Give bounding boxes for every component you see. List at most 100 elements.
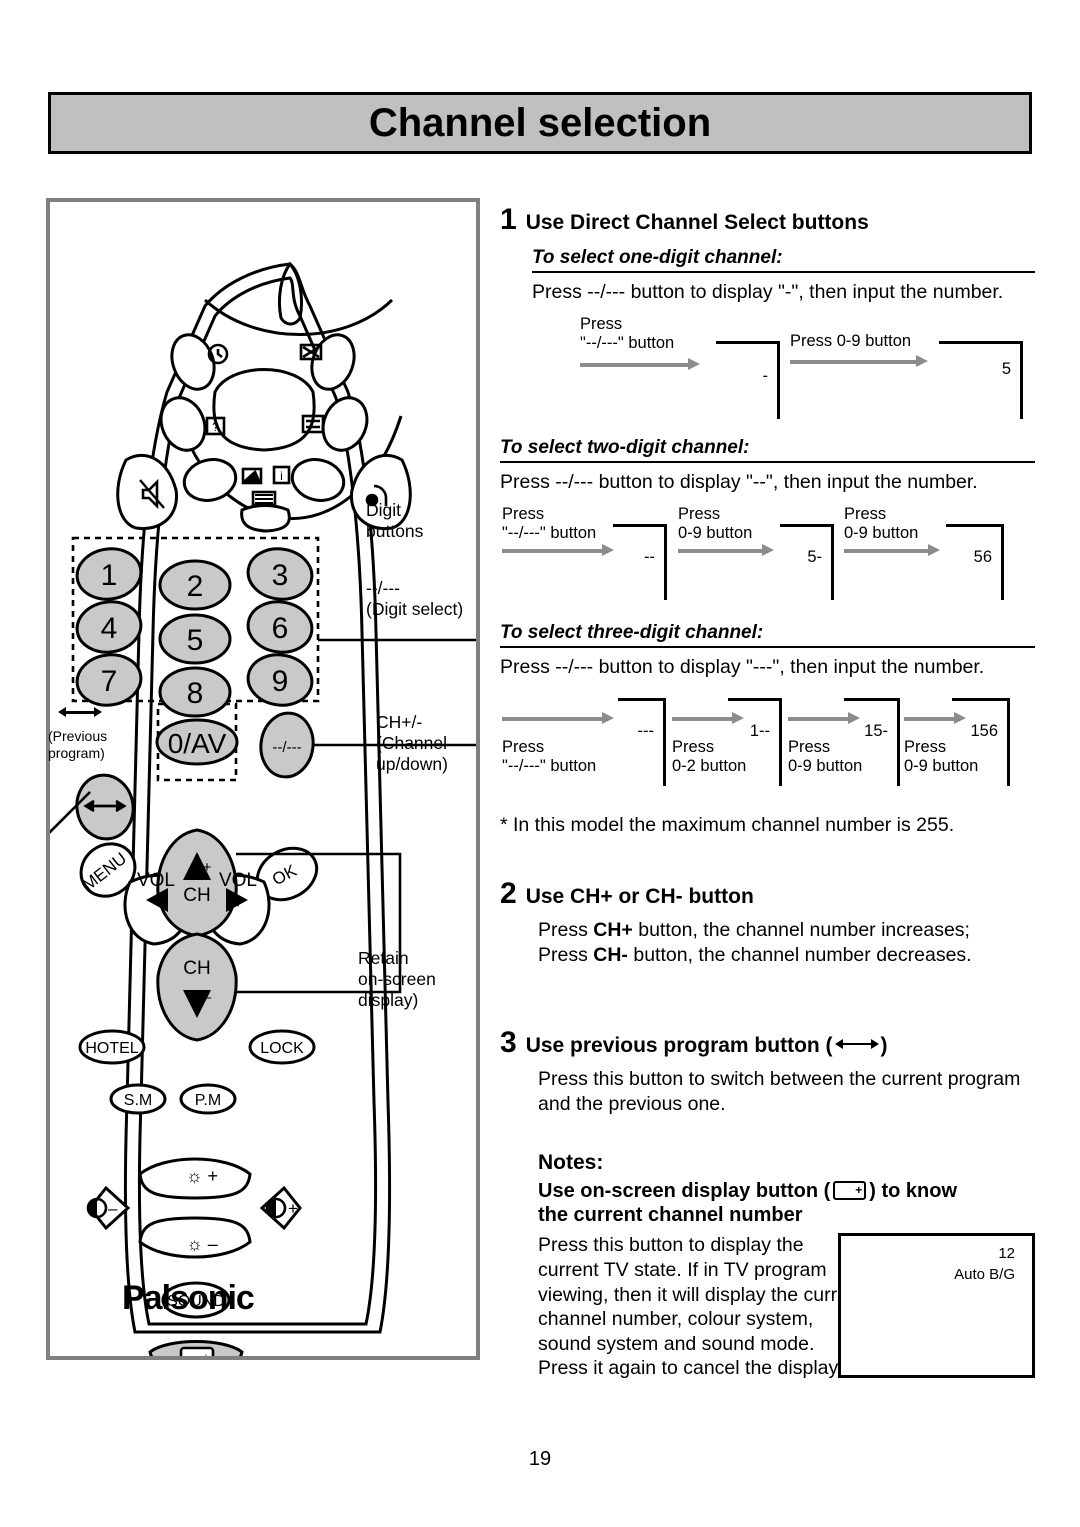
flow-display-value: --- xyxy=(637,721,654,740)
svg-text:+: + xyxy=(203,859,212,876)
ch-down-button xyxy=(156,932,238,1042)
flow-step: Press 0-9 button xyxy=(790,332,928,368)
step-2-line1-prefix: Press xyxy=(538,918,594,941)
step-3-body: Press this button to switch between the … xyxy=(538,1067,1021,1115)
flow-display: 1-- xyxy=(728,697,782,786)
flow-display: 156 xyxy=(952,697,1010,786)
svg-text:S.M: S.M xyxy=(124,1092,152,1109)
manual-page: Channel selection ? i 1 2 3 4 5 6 7 8 9 … xyxy=(0,0,1080,1527)
flow-display: --- xyxy=(618,697,666,786)
tv-screen-example: 12 Auto B/G xyxy=(838,1233,1035,1379)
page-title: Channel selection xyxy=(368,100,712,145)
subsection-two-digit-intro: Press --/--- button to display "--", the… xyxy=(500,470,978,493)
svg-text:☼ +: ☼ + xyxy=(186,1166,218,1186)
notes-heading: Use on-screen display button () to know … xyxy=(538,1179,1035,1228)
svg-text:+: + xyxy=(234,895,243,912)
flow-step: Press 0-9 button xyxy=(844,505,940,556)
step-3-header: 3 Use previous program button () xyxy=(500,1027,1035,1058)
svg-text:i: i xyxy=(280,469,283,483)
remote-digit-7: 7 xyxy=(101,665,118,698)
flow-step: Press "--/---" button xyxy=(502,505,614,556)
flow-arrow-icon xyxy=(790,355,928,368)
brand-logo: Palsonic xyxy=(122,1279,255,1317)
flow-arrow-icon xyxy=(502,543,614,556)
tv-osd-text: 12 Auto B/G xyxy=(954,1244,1015,1285)
svg-text:?: ? xyxy=(212,420,219,434)
step-3: 3 Use previous program button () Press t… xyxy=(500,1027,1035,1117)
remote-digit-select: --/--- xyxy=(272,739,301,756)
flow-step: Press "--/---" button xyxy=(502,711,614,777)
flow-display-value: - xyxy=(762,366,769,385)
callout-previous-program: (Previous program) xyxy=(48,728,108,761)
tv-system-label: Auto B/G xyxy=(954,1265,1015,1283)
flow-step: Press "--/---" button xyxy=(580,315,700,370)
step-2-line-2: Press CH- button, the channel number dec… xyxy=(538,943,1035,968)
step-2-number: 2 xyxy=(500,876,517,910)
step-2-line2-suffix: button, the channel number decreases. xyxy=(627,943,972,966)
notes-heading-line2: the current channel number xyxy=(538,1204,803,1227)
subsection-one-digit-intro: Press --/--- button to display "-", then… xyxy=(532,281,1004,303)
callout-digit-select: --/--- (Digit select) xyxy=(366,578,464,619)
flow-label: Press 0-9 button xyxy=(844,504,919,543)
page-number: 19 xyxy=(528,1448,552,1470)
flow-display: 15- xyxy=(844,697,900,786)
remote-digit-1: 1 xyxy=(101,559,118,592)
remote-digit-6: 6 xyxy=(272,612,289,645)
flow-display: 5- xyxy=(780,523,834,600)
step-2-line1-suffix: button, the channel number increases; xyxy=(632,918,970,941)
notes-title: Notes: xyxy=(538,1150,604,1174)
remote-digit-3: 3 xyxy=(272,559,289,592)
step-3-title: Use previous program button () xyxy=(526,1034,888,1057)
svg-text:VOL: VOL xyxy=(219,870,257,891)
flow-display-value: 5- xyxy=(807,547,822,566)
callout-ch-updown: CH+/- (Channel up/down) xyxy=(376,712,448,774)
step-2-line2-prefix: Press xyxy=(538,943,594,966)
remote-digit-2: 2 xyxy=(187,570,204,603)
remote-zero-av: 0/AV xyxy=(168,728,227,759)
subsection-three-digit-intro: Press --/--- button to display "---", th… xyxy=(500,655,985,678)
step-1-title: Use Direct Channel Select buttons xyxy=(525,211,869,234)
svg-text:+: + xyxy=(288,1199,298,1218)
remote-digit-8: 8 xyxy=(187,677,204,710)
flow-display-value: 5 xyxy=(1001,359,1011,378)
previous-program-arrow-icon xyxy=(56,706,104,725)
flow-display-value: 1-- xyxy=(749,721,770,740)
remote-control-diagram: ? i 1 2 3 4 5 6 7 8 9 0/AV --/--- CH CH … xyxy=(50,261,476,1356)
instructions-column: 1 Use Direct Channel Select buttons To s… xyxy=(500,205,1035,1381)
notes-section: Notes: Use on-screen display button () t… xyxy=(538,1151,1035,1381)
svg-text:CH: CH xyxy=(183,958,210,979)
ch-plus-label: CH+ xyxy=(593,918,633,941)
notes-heading-suffix: ) to know xyxy=(869,1179,958,1202)
flow-display-value: 56 xyxy=(973,547,992,566)
flow-label: Press 0-9 button xyxy=(678,504,753,543)
subsection-three-digit-heading: To select three-digit channel: xyxy=(500,622,1035,648)
flow-step: Press 0-9 button xyxy=(678,505,774,556)
callout-digit-buttons: Digit buttons xyxy=(366,500,424,541)
step-1-header: 1 Use Direct Channel Select buttons xyxy=(500,205,1035,235)
flow-display: - xyxy=(716,340,780,419)
remote-digit-4: 4 xyxy=(101,612,118,645)
svg-text:LOCK: LOCK xyxy=(260,1040,304,1057)
step-2-line-1: Press CH+ button, the channel number inc… xyxy=(538,918,1035,943)
flow-display-value: 156 xyxy=(970,721,998,740)
svg-text:P.M: P.M xyxy=(195,1092,221,1109)
step-1-footnote: * In this model the maximum channel numb… xyxy=(500,813,955,836)
notes-body: Press this button to display the current… xyxy=(538,1234,865,1380)
flow-arrow-icon xyxy=(502,711,614,724)
svg-text:–: – xyxy=(203,989,212,1006)
svg-text:VOL: VOL xyxy=(137,870,175,891)
remote-digit-9: 9 xyxy=(272,665,289,698)
step-1: 1 Use Direct Channel Select buttons To s… xyxy=(500,205,1035,837)
flow-display: 56 xyxy=(946,523,1004,600)
svg-text:+: + xyxy=(203,1352,209,1356)
flow-one-digit: Press "--/---" button - Press 0-9 button… xyxy=(518,315,1035,425)
flow-arrow-icon xyxy=(580,357,700,370)
flow-display-value: 15- xyxy=(864,721,888,740)
remote-illustration-box: ? i 1 2 3 4 5 6 7 8 9 0/AV --/--- CH CH … xyxy=(46,198,480,1360)
svg-text:☼ –: ☼ – xyxy=(186,1234,218,1254)
step-2: 2 Use CH+ or CH- button Press CH+ button… xyxy=(500,876,1035,968)
flow-label: Press "--/---" button xyxy=(502,737,597,776)
flow-two-digit: Press "--/---" button -- Press 0-9 butto… xyxy=(500,505,1035,610)
svg-text:HOTEL: HOTEL xyxy=(85,1040,138,1057)
page-header-banner: Channel selection xyxy=(48,92,1032,154)
